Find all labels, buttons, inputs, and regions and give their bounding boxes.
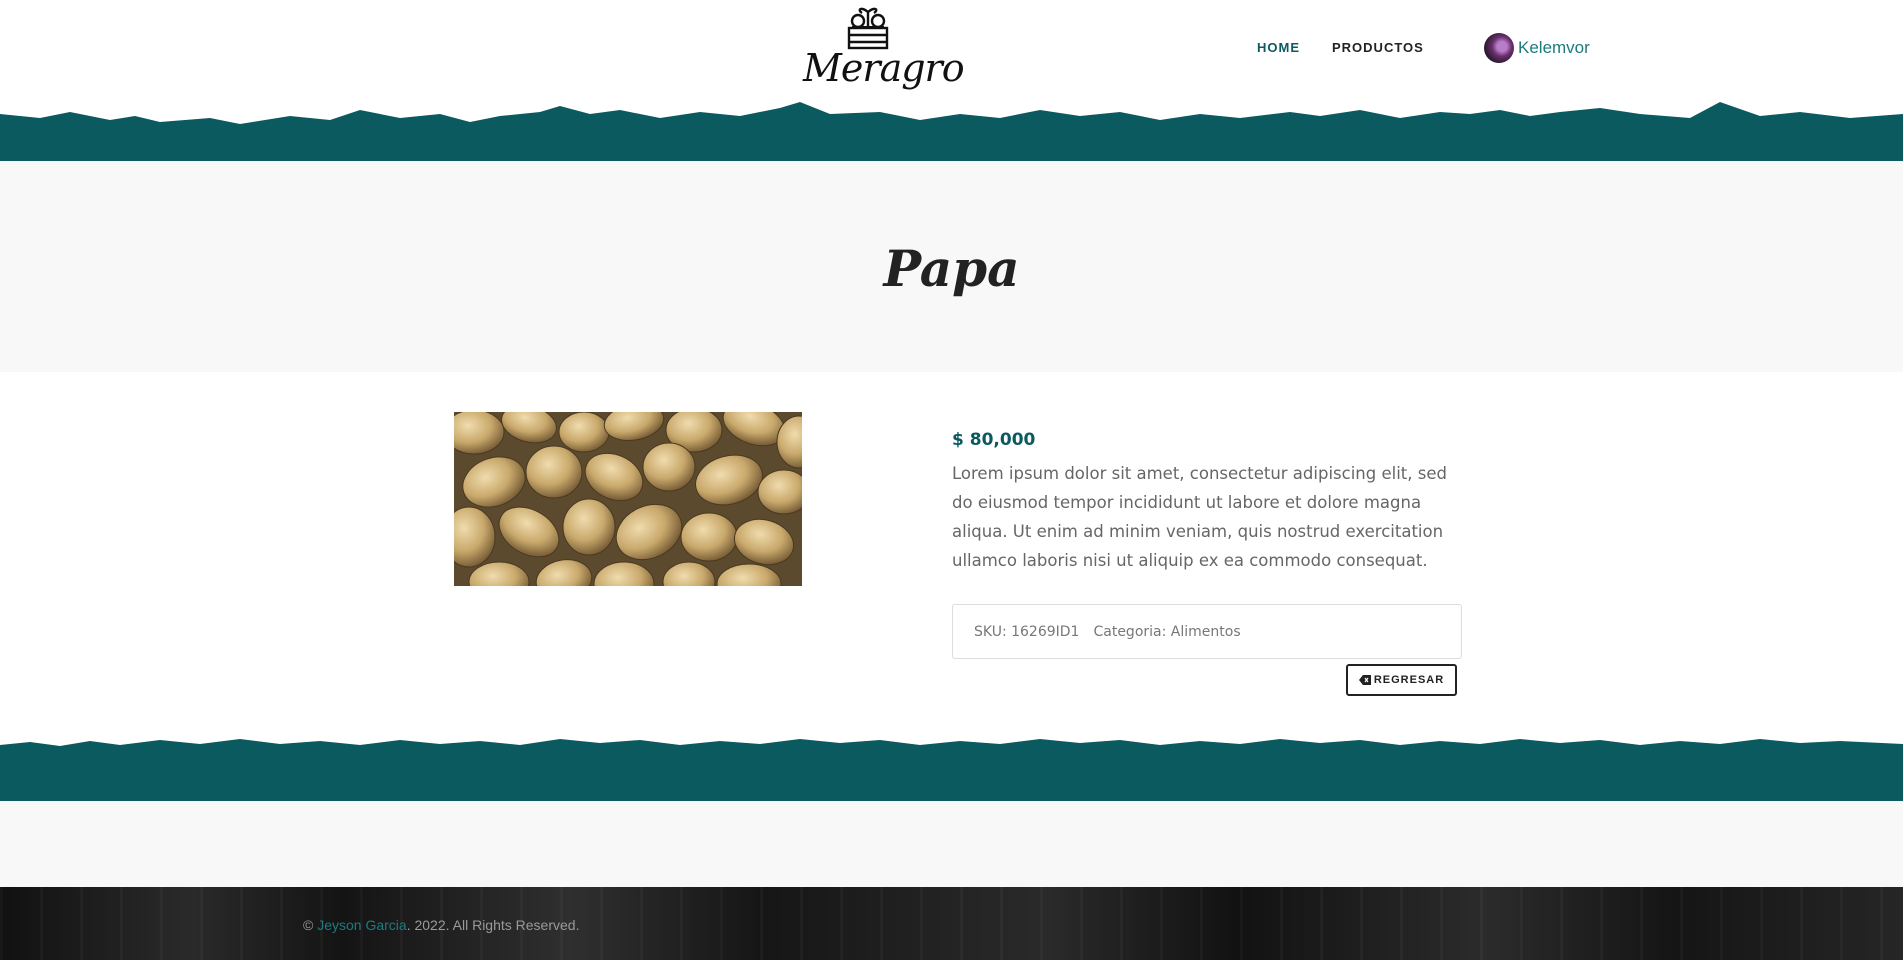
backspace-icon xyxy=(1358,675,1371,685)
category-label: Categoria: xyxy=(1093,623,1167,640)
sku-label: SKU: xyxy=(974,623,1007,640)
sku-value: 16269ID1 xyxy=(1011,623,1080,640)
product-price: $ 80,000 xyxy=(952,430,1036,450)
crate-icon xyxy=(847,7,889,50)
avatar xyxy=(1484,33,1514,63)
footer-brush-band xyxy=(0,739,1903,801)
product-description: Lorem ipsum dolor sit amet, consectetur … xyxy=(952,464,1447,570)
copyright: © Jeyson Garcia. 2022. All Rights Reserv… xyxy=(303,917,579,933)
user-menu[interactable]: Kelemvor xyxy=(1484,33,1590,63)
page-title-area: Papa xyxy=(0,161,1903,372)
logo-text: Meragro xyxy=(803,46,965,90)
nav-productos[interactable]: PRODUCTOS xyxy=(1332,40,1424,58)
nav-home[interactable]: HOME xyxy=(1257,40,1300,58)
page-title: Papa xyxy=(883,239,1020,298)
site-footer: © Jeyson Garcia. 2022. All Rights Reserv… xyxy=(0,887,1903,960)
product-meta: SKU: 16269ID1 Categoria: Alimentos xyxy=(952,604,1462,659)
product-image xyxy=(454,412,802,586)
pre-footer-strip xyxy=(0,801,1903,887)
author-link[interactable]: Jeyson Garcia xyxy=(317,917,406,933)
user-name: Kelemvor xyxy=(1518,38,1590,57)
potatoes-image xyxy=(454,412,802,586)
category-value: Alimentos xyxy=(1170,623,1241,640)
site-header: Meragro HOME PRODUCTOS Kelemvor xyxy=(0,0,1903,110)
rights-text: . 2022. All Rights Reserved. xyxy=(406,917,580,933)
back-button[interactable]: REGRESAR xyxy=(1346,664,1457,696)
header-brush-band xyxy=(0,102,1903,162)
copyright-symbol: © xyxy=(303,917,314,933)
back-button-label: REGRESAR xyxy=(1373,674,1445,686)
site-logo[interactable]: Meragro xyxy=(803,4,965,96)
